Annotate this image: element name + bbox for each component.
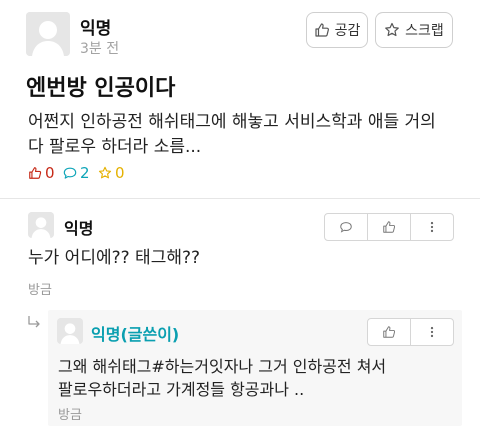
post-divider <box>0 198 480 199</box>
reply-arrow-icon <box>28 316 40 328</box>
reply-like-button[interactable] <box>367 318 411 346</box>
reply-text-line-1: 그왜 해쉬태그#하는거잇자나 그거 인하공전 쳐서 <box>58 357 387 376</box>
comment-time: 방금 <box>28 283 52 298</box>
comment-author: 익명 <box>64 219 94 238</box>
scrap-count: 0 <box>98 164 125 182</box>
speech-bubble-icon <box>340 222 352 233</box>
thumb-up-icon <box>315 23 329 37</box>
post-title: 엔번방 인공이다 <box>26 76 176 101</box>
avatar-icon <box>28 212 54 238</box>
post-time: 3분 전 <box>80 41 120 57</box>
comment-text: 누가 어디에?? 태그해?? <box>28 248 201 268</box>
post-avatar <box>26 12 70 56</box>
reply-time: 방금 <box>58 408 82 423</box>
comment-avatar <box>28 212 54 238</box>
reply-text-line-2: 팔로우하더라고 가계정들 항공과나 .. <box>58 380 305 399</box>
scrap-button-label: 스크랩 <box>405 23 444 39</box>
comment-count: 2 <box>63 164 90 182</box>
comment-like-button[interactable] <box>367 213 411 241</box>
like-count-value: 0 <box>45 164 55 182</box>
post-body-line-1: 어쩐지 인하공전 해쉬태그에 해놓고 서비스학과 애들 거의 <box>28 112 436 132</box>
star-icon <box>385 22 400 37</box>
thumb-up-icon <box>383 326 396 338</box>
reply-author: 익명(글쓴이) <box>91 325 180 344</box>
thumb-up-icon <box>383 221 396 233</box>
scrap-count-value: 0 <box>115 164 125 182</box>
post-author: 익명 <box>80 19 112 39</box>
reply-avatar <box>57 318 83 344</box>
comment-count-value: 2 <box>80 164 90 182</box>
post-body-line-2: 다 팔로우 하더라 소름... <box>28 137 202 157</box>
scrap-button[interactable]: 스크랩 <box>375 12 453 48</box>
speech-bubble-icon <box>63 167 77 179</box>
like-button[interactable]: 공감 <box>306 12 368 48</box>
star-icon <box>98 166 112 179</box>
kebab-menu-icon <box>430 326 434 338</box>
comment-reply-button[interactable] <box>324 213 368 241</box>
avatar-icon <box>57 318 83 344</box>
like-button-label: 공감 <box>334 23 361 39</box>
kebab-menu-icon <box>430 221 434 233</box>
like-count: 0 <box>28 164 55 182</box>
thumb-up-icon <box>29 167 42 179</box>
reply-menu-button[interactable] <box>410 318 454 346</box>
comment-menu-button[interactable] <box>410 213 454 241</box>
avatar-icon <box>26 12 70 56</box>
